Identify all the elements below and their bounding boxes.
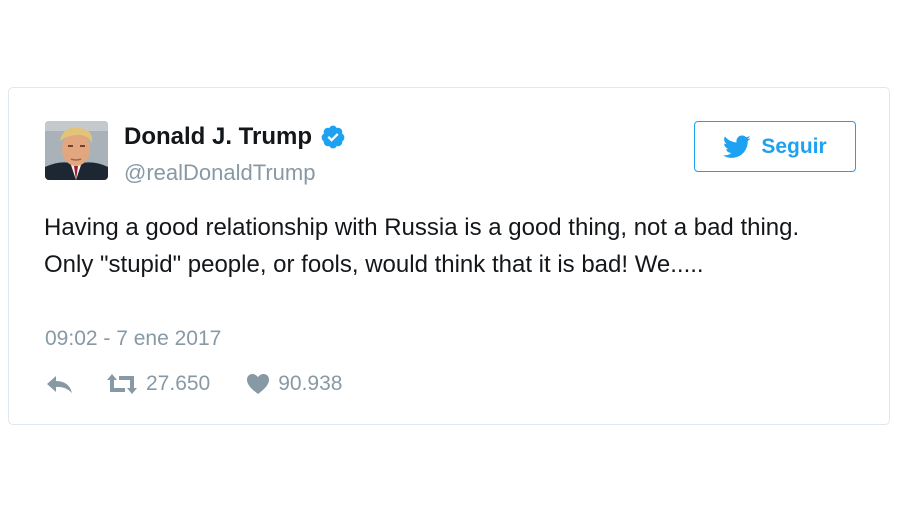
tweet-card: Donald J. Trump @realDonaldTrump Seguir … <box>8 87 890 425</box>
author-handle[interactable]: @realDonaldTrump <box>124 160 315 186</box>
author-name[interactable]: Donald J. Trump <box>124 123 312 151</box>
reply-icon <box>47 376 72 393</box>
tweet-text: Having a good relationship with Russia i… <box>44 214 800 278</box>
retweet-icon <box>107 374 137 394</box>
follow-button-label: Seguir <box>761 134 827 158</box>
author-row: Donald J. Trump <box>124 123 346 151</box>
retweet-count: 27.650 <box>146 372 211 395</box>
like-button[interactable]: 90.938 <box>246 372 342 396</box>
twitter-bird-icon <box>723 134 751 158</box>
heart-icon <box>247 374 270 394</box>
verified-badge-icon <box>320 124 346 150</box>
reply-button[interactable] <box>45 373 73 395</box>
retweet-button[interactable]: 27.650 <box>106 372 210 396</box>
tweet-timestamp[interactable]: 09:02 - 7 ene 2017 <box>45 327 221 351</box>
avatar-image <box>45 121 108 180</box>
tweet-actions: 27.650 90.938 <box>45 372 342 396</box>
follow-button[interactable]: Seguir <box>694 121 856 172</box>
like-count: 90.938 <box>278 372 343 395</box>
avatar[interactable] <box>45 121 108 180</box>
